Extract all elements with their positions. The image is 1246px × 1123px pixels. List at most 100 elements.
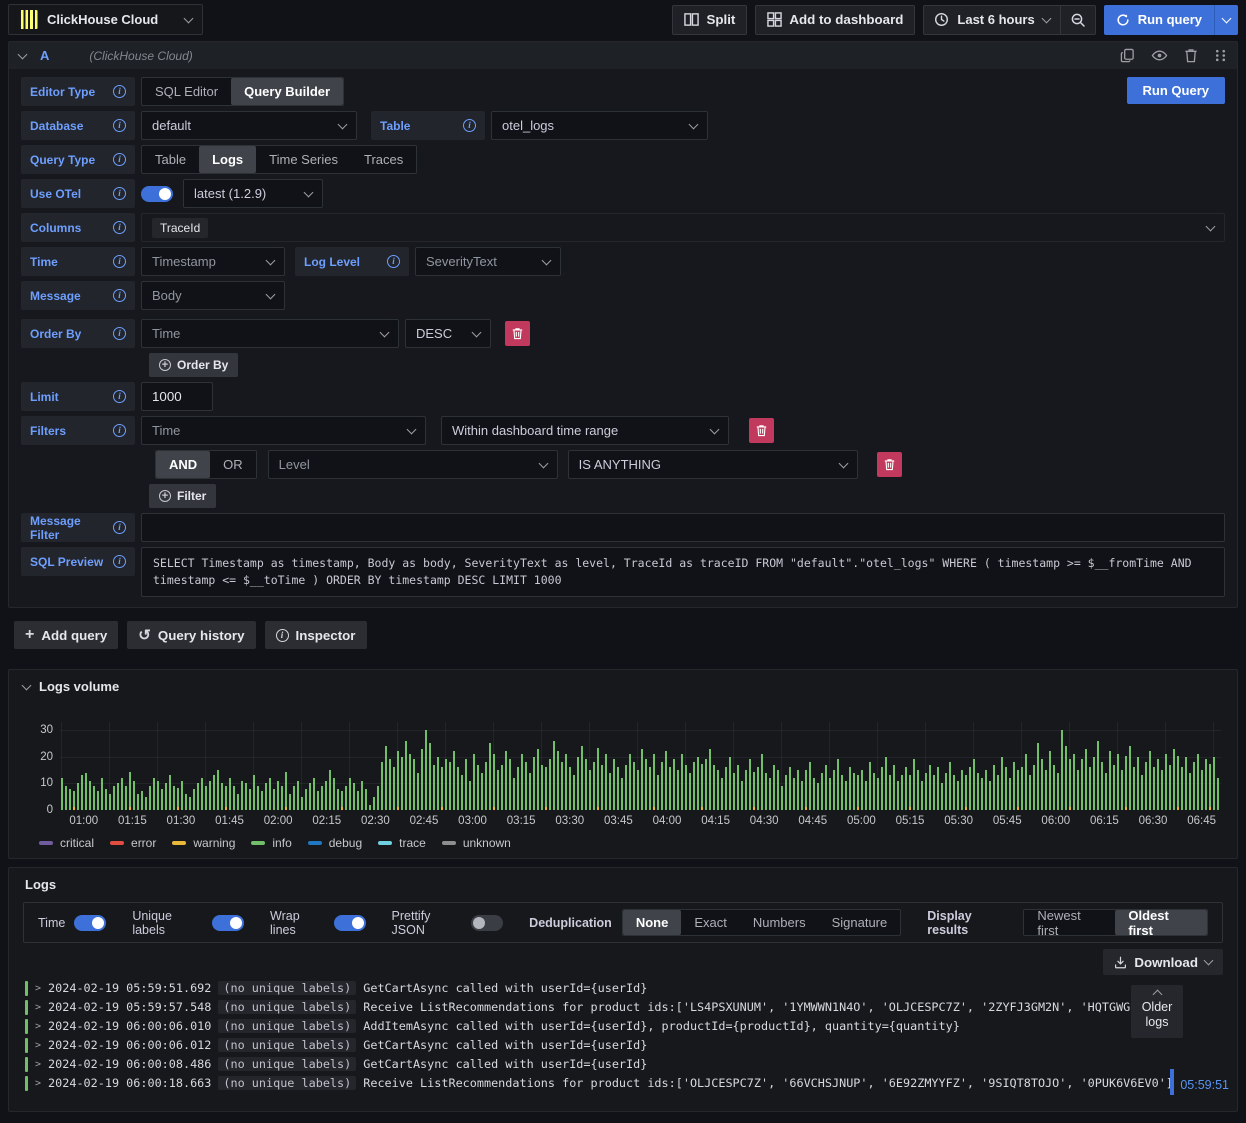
info-icon[interactable]: i bbox=[113, 221, 126, 234]
collapse-panel-icon[interactable] bbox=[21, 680, 32, 690]
dedup-signature[interactable]: Signature bbox=[819, 910, 901, 935]
x-tick: 06:15 bbox=[1090, 815, 1119, 827]
log-row[interactable]: >2024-02-19 05:59:57.548 (no unique label… bbox=[23, 998, 1223, 1017]
bar bbox=[521, 722, 523, 810]
remove-order-by-button[interactable] bbox=[505, 321, 530, 346]
download-button[interactable]: Download bbox=[1103, 949, 1223, 975]
run-query-button[interactable]: Run query bbox=[1103, 4, 1214, 35]
info-icon[interactable]: i bbox=[113, 555, 126, 568]
run-query-options-button[interactable] bbox=[1214, 4, 1238, 35]
database-select[interactable]: default bbox=[141, 111, 357, 140]
legend-item-critical[interactable]: critical bbox=[39, 836, 94, 850]
add-filter-button[interactable]: + Filter bbox=[149, 484, 217, 508]
use-otel-toggle[interactable] bbox=[141, 185, 173, 202]
log-row[interactable]: >2024-02-19 05:59:51.692 (no unique label… bbox=[23, 979, 1223, 998]
datasource-picker[interactable]: ClickHouse Cloud bbox=[8, 4, 203, 35]
info-icon[interactable]: i bbox=[113, 327, 126, 340]
query-type-traces[interactable]: Traces bbox=[351, 146, 416, 173]
info-icon[interactable]: i bbox=[463, 119, 476, 132]
expand-log-icon[interactable]: > bbox=[35, 1076, 41, 1091]
editor-run-query-button[interactable]: Run Query bbox=[1126, 77, 1225, 104]
order-by-field-select[interactable]: Time bbox=[141, 319, 399, 348]
legend-item-warning[interactable]: warning bbox=[172, 836, 235, 850]
message-filter-input[interactable] bbox=[141, 513, 1225, 542]
query-history-button[interactable]: ↺ Query history bbox=[127, 621, 256, 649]
older-logs-button[interactable]: Older logs bbox=[1131, 985, 1183, 1038]
info-icon[interactable]: i bbox=[113, 521, 126, 534]
expand-log-icon[interactable]: > bbox=[35, 1038, 41, 1053]
add-query-button[interactable]: + Add query bbox=[14, 621, 119, 649]
bar bbox=[673, 722, 675, 810]
condition-field-select[interactable]: Level bbox=[267, 450, 558, 479]
legend-item-error[interactable]: error bbox=[110, 836, 156, 850]
toggle-switch[interactable] bbox=[212, 914, 245, 931]
info-icon[interactable]: i bbox=[113, 153, 126, 166]
message-column-select[interactable]: Body bbox=[141, 281, 285, 310]
order-by-direction-select[interactable]: DESC bbox=[405, 319, 491, 348]
otel-version-select[interactable]: latest (1.2.9) bbox=[183, 179, 323, 208]
zoom-out-button[interactable] bbox=[1059, 5, 1095, 34]
display-oldest-first[interactable]: Oldest first bbox=[1115, 908, 1207, 938]
time-range-picker[interactable]: Last 6 hours bbox=[924, 6, 1059, 34]
info-icon[interactable]: i bbox=[113, 85, 126, 98]
info-icon[interactable]: i bbox=[113, 289, 126, 302]
info-icon[interactable]: i bbox=[387, 255, 400, 268]
query-type-logs[interactable]: Logs bbox=[199, 146, 257, 173]
split-button[interactable]: Split bbox=[672, 4, 748, 35]
dedup-exact[interactable]: Exact bbox=[681, 910, 740, 935]
bar bbox=[1057, 722, 1059, 810]
dedup-none[interactable]: None bbox=[622, 910, 682, 935]
limit-input[interactable] bbox=[141, 382, 213, 411]
logs-volume-header[interactable]: Logs volume bbox=[9, 670, 1237, 696]
expand-log-icon[interactable]: > bbox=[35, 981, 41, 996]
duplicate-query-icon[interactable] bbox=[1120, 48, 1135, 63]
info-icon[interactable]: i bbox=[113, 119, 126, 132]
remove-condition-button[interactable] bbox=[876, 452, 902, 477]
legend-item-debug[interactable]: debug bbox=[307, 836, 362, 850]
legend-item-unknown[interactable]: unknown bbox=[441, 836, 511, 850]
add-order-by-button[interactable]: + Order By bbox=[149, 353, 239, 377]
toggle-switch[interactable] bbox=[333, 914, 366, 931]
columns-multiselect[interactable]: TraceId bbox=[141, 213, 1225, 242]
filter-operator-select[interactable]: Within dashboard time range bbox=[441, 416, 729, 445]
log-row[interactable]: >2024-02-19 06:00:06.012 (no unique label… bbox=[23, 1036, 1223, 1055]
expand-log-icon[interactable]: > bbox=[35, 1019, 41, 1034]
editor-type-sql-editor[interactable]: SQL Editor bbox=[142, 78, 231, 105]
info-icon[interactable]: i bbox=[113, 255, 126, 268]
bar bbox=[881, 722, 883, 810]
editor-type-query-builder[interactable]: Query Builder bbox=[231, 78, 344, 105]
condition-operator-select[interactable]: IS ANYTHING bbox=[567, 450, 858, 479]
filter-bool-or[interactable]: OR bbox=[210, 451, 256, 478]
info-icon[interactable]: i bbox=[113, 390, 126, 403]
info-icon[interactable]: i bbox=[113, 187, 126, 200]
log-row[interactable]: >2024-02-19 06:00:08.486 (no unique label… bbox=[23, 1055, 1223, 1074]
time-column-select[interactable]: Timestamp bbox=[141, 247, 285, 276]
drag-handle-icon[interactable] bbox=[1214, 49, 1227, 62]
filter-bool-and[interactable]: AND bbox=[156, 451, 211, 478]
x-tick: 02:45 bbox=[409, 815, 439, 827]
expand-log-icon[interactable]: > bbox=[35, 1000, 41, 1015]
add-to-dashboard-button[interactable]: Add to dashboard bbox=[755, 4, 916, 35]
expand-log-icon[interactable]: > bbox=[35, 1057, 41, 1072]
remove-filter-button[interactable] bbox=[749, 418, 774, 443]
delete-query-trash-icon[interactable] bbox=[1184, 48, 1198, 63]
log-level-select[interactable]: SeverityText bbox=[415, 247, 561, 276]
hide-query-eye-icon[interactable] bbox=[1151, 48, 1168, 63]
display-newest-first[interactable]: Newest first bbox=[1024, 908, 1115, 938]
table-select[interactable]: otel_logs bbox=[491, 111, 708, 140]
log-row[interactable]: >2024-02-19 06:00:18.663 (no unique label… bbox=[23, 1074, 1223, 1093]
info-icon[interactable]: i bbox=[113, 424, 126, 437]
query-type-table[interactable]: Table bbox=[142, 146, 199, 173]
toggle-switch[interactable] bbox=[74, 914, 107, 931]
query-type-time-series[interactable]: Time Series bbox=[256, 146, 351, 173]
dedup-numbers[interactable]: Numbers bbox=[740, 910, 819, 935]
filter-field-select[interactable]: Time bbox=[141, 416, 426, 445]
query-row-header[interactable]: A (ClickHouse Cloud) bbox=[9, 42, 1237, 69]
legend-item-trace[interactable]: trace bbox=[378, 836, 426, 850]
collapse-query-icon[interactable] bbox=[17, 49, 28, 59]
column-chip[interactable]: TraceId bbox=[152, 217, 209, 238]
legend-item-info[interactable]: info bbox=[251, 836, 292, 850]
log-row[interactable]: >2024-02-19 06:00:06.010 (no unique label… bbox=[23, 1017, 1223, 1036]
toggle-switch[interactable] bbox=[471, 914, 504, 931]
inspector-button[interactable]: i Inspector bbox=[264, 621, 367, 649]
